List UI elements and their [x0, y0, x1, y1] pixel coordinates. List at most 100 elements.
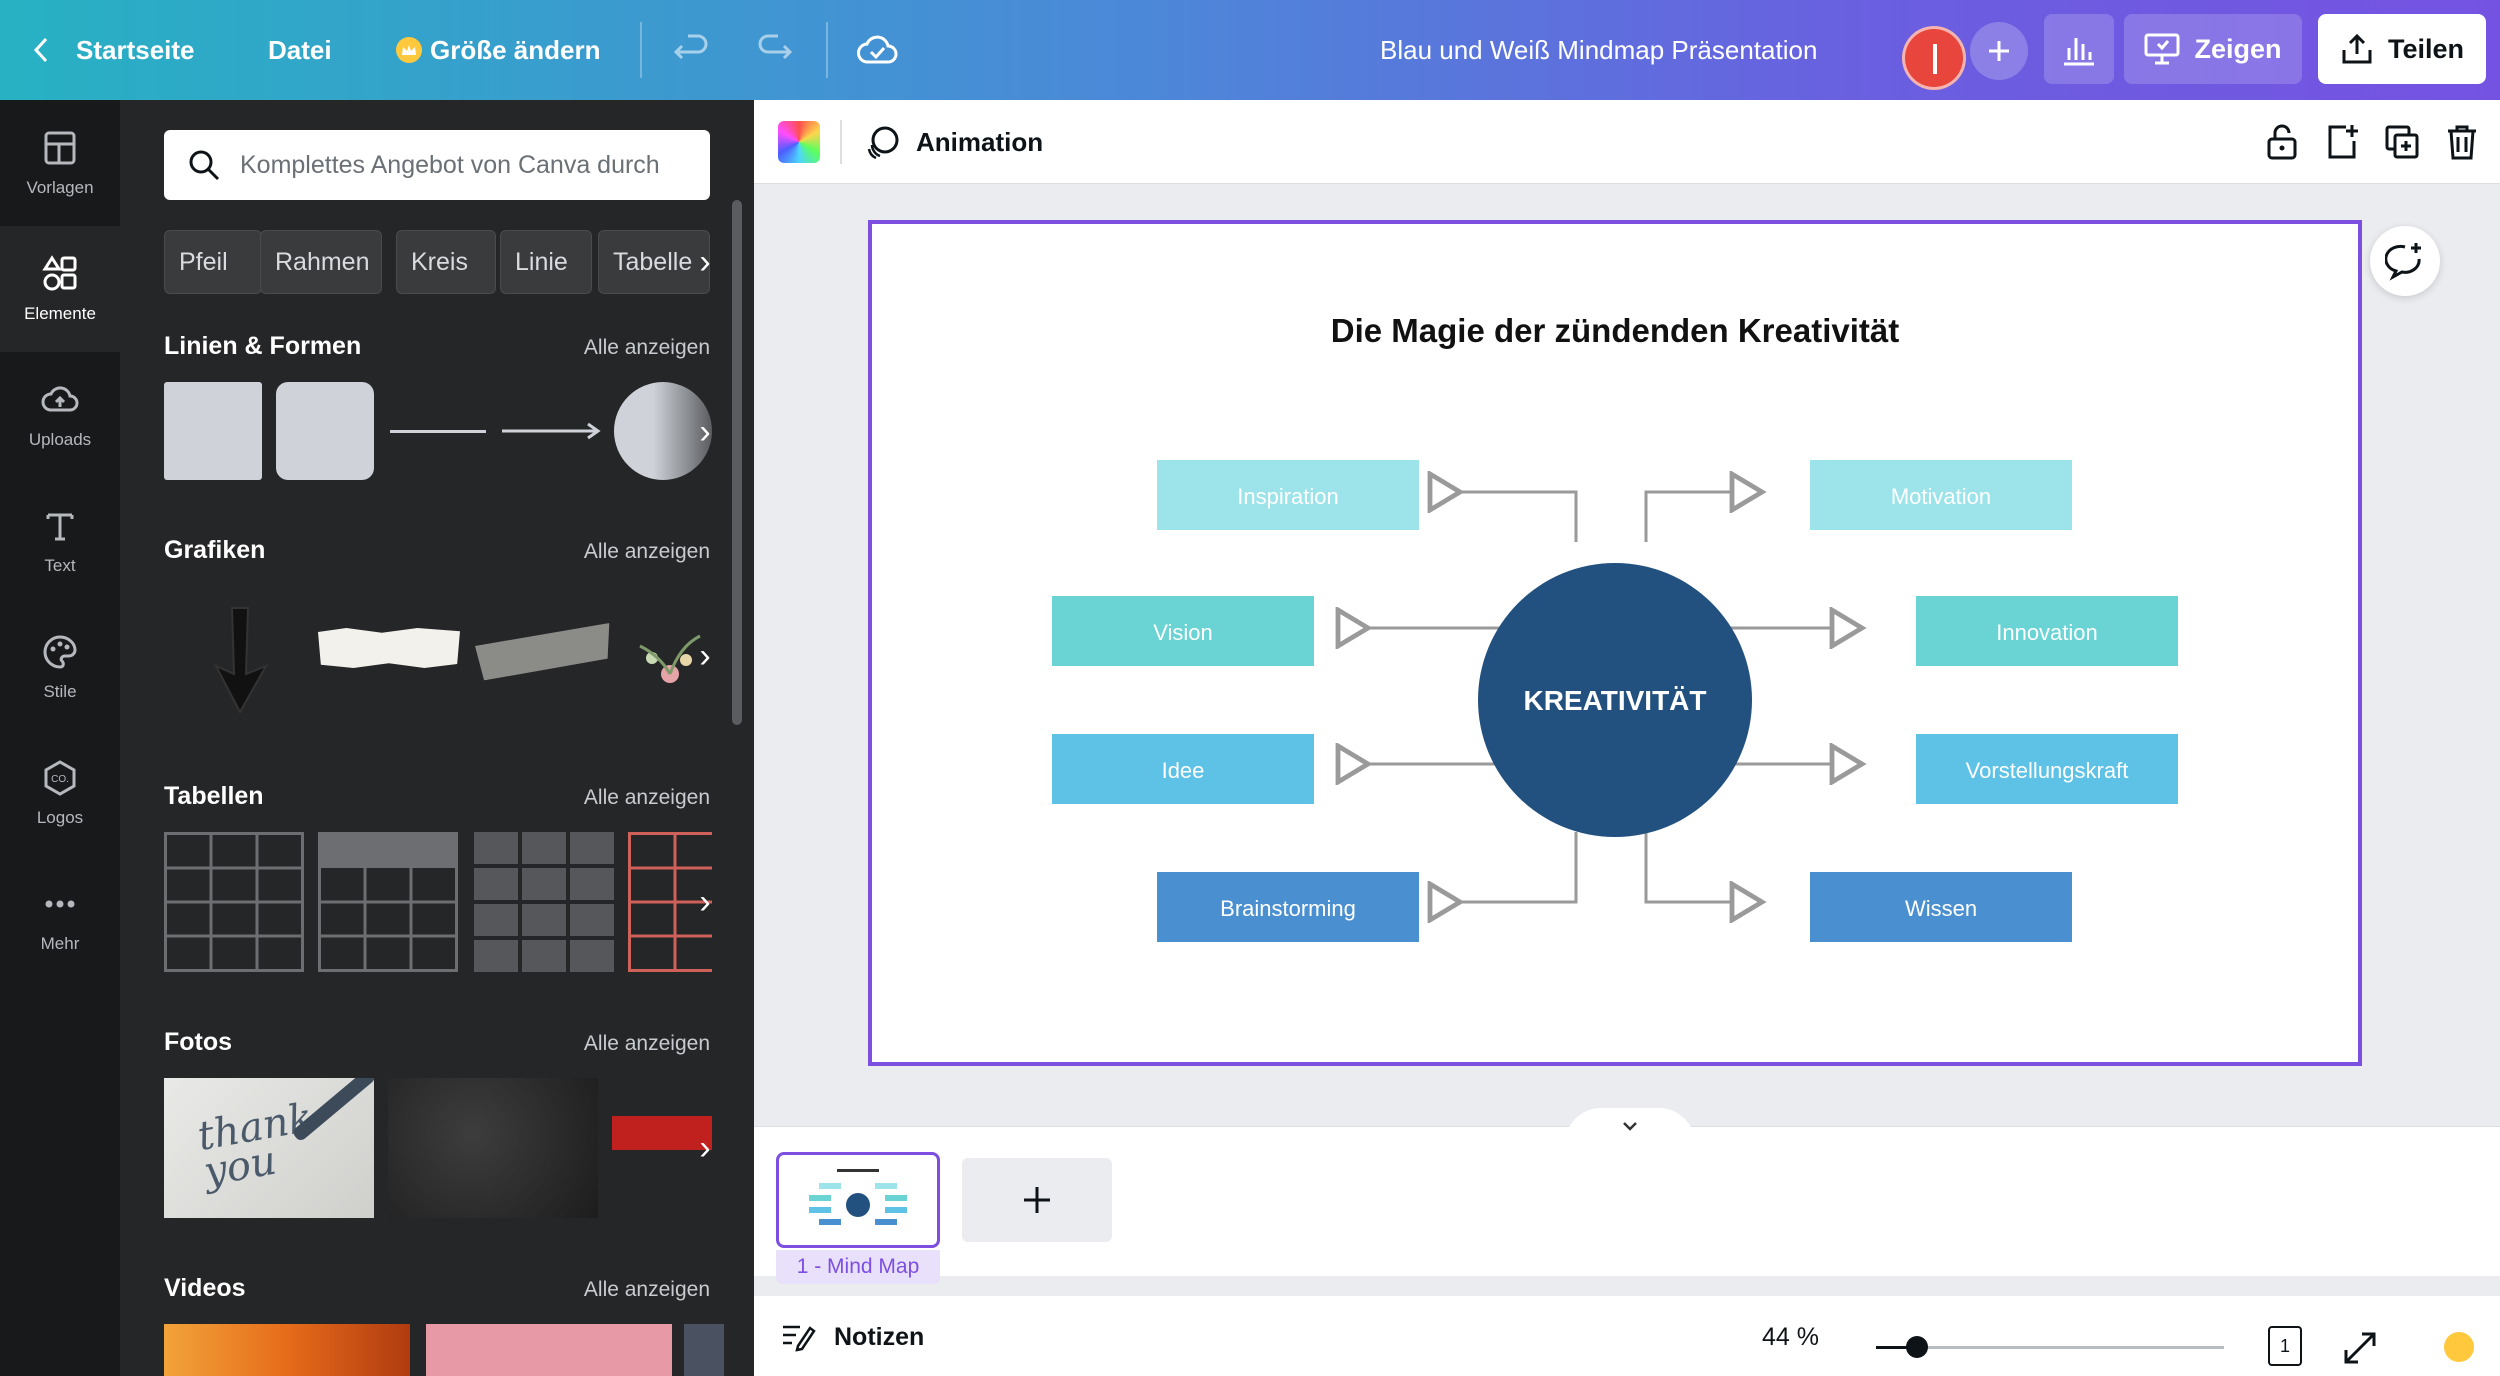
video-fire[interactable] — [164, 1324, 410, 1376]
tape-graphic[interactable] — [474, 623, 614, 681]
undo-icon[interactable] — [672, 0, 712, 100]
nav-text[interactable]: Text — [0, 478, 120, 604]
center-label: KREATIVITÄT — [1523, 685, 1706, 716]
arrow-line-shape[interactable] — [500, 420, 604, 442]
section-title: Fotos — [164, 1028, 233, 1056]
hide-pages-button[interactable] — [1565, 1108, 1695, 1144]
divider — [826, 22, 828, 78]
chevron-right-icon[interactable]: › — [690, 882, 720, 922]
nav-uploads[interactable]: Uploads — [0, 352, 120, 478]
elements-icon — [42, 255, 77, 291]
search-placeholder: Komplettes Angebot von Canva durch — [240, 150, 660, 179]
notes-label: Notizen — [834, 1322, 925, 1351]
fullscreen-icon[interactable] — [2340, 1328, 2380, 1368]
lock-icon[interactable] — [2262, 122, 2302, 162]
nav-label: Vorlagen — [26, 178, 94, 197]
page-thumbnail[interactable] — [776, 1152, 940, 1248]
chevron-right-icon[interactable]: › — [690, 636, 720, 676]
photo-thank-you[interactable]: thank you — [164, 1078, 374, 1218]
node-label: Inspiration — [1237, 484, 1339, 509]
add-page-button[interactable] — [962, 1158, 1112, 1242]
add-page-icon[interactable] — [2322, 122, 2362, 162]
file-menu[interactable]: Datei — [268, 0, 332, 100]
slide-title[interactable]: Die Magie der zündenden Kreativität — [1331, 312, 1899, 349]
search-icon — [189, 150, 220, 181]
present-button[interactable]: Zeigen — [2124, 14, 2302, 84]
elements-panel: Komplettes Angebot von Canva durch Pfeil… — [120, 100, 754, 1376]
nav-elements[interactable]: Elemente — [0, 226, 120, 352]
page-count-button[interactable]: 1 — [2268, 1326, 2302, 1366]
chevron-right-icon[interactable]: › — [690, 242, 720, 282]
animation-button[interactable]: Animation — [864, 100, 1043, 184]
template-icon — [44, 131, 76, 165]
photo-handwriting: thank you — [194, 1094, 317, 1196]
see-all-link[interactable]: Alle anzeigen — [584, 336, 710, 360]
chip-rahmen[interactable]: Rahmen — [260, 230, 382, 294]
plus-icon — [1989, 41, 2009, 61]
square-shape[interactable] — [164, 382, 262, 480]
zoom-level[interactable]: 44 % — [1762, 1310, 1819, 1364]
share-label: Teilen — [2387, 33, 2465, 64]
nav-more[interactable]: Mehr — [0, 856, 120, 982]
insights-button[interactable] — [2044, 14, 2114, 84]
chevron-right-icon[interactable]: › — [690, 412, 720, 452]
section-title: Videos — [164, 1274, 246, 1302]
chip-pfeil[interactable]: Pfeil — [164, 230, 262, 294]
nav-label: Elemente — [24, 304, 96, 323]
duplicate-icon[interactable] — [2382, 122, 2422, 162]
redo-icon[interactable] — [754, 0, 794, 100]
table-filled-thumbnail[interactable] — [474, 832, 614, 972]
color-picker-icon[interactable] — [778, 121, 820, 163]
cloud-saved-icon[interactable] — [856, 0, 898, 100]
table-header-thumbnail[interactable] — [318, 832, 458, 972]
comment-plus-icon — [2385, 243, 2421, 281]
see-all-link[interactable]: Alle anzeigen — [584, 786, 710, 810]
zoom-slider-handle[interactable] — [1905, 1336, 1928, 1358]
home-button[interactable]: Startseite — [30, 0, 195, 100]
node-label: Wissen — [1905, 896, 1977, 921]
table-grid-thumbnail[interactable] — [164, 832, 304, 972]
chip-linie[interactable]: Linie — [500, 230, 592, 294]
bar-chart-icon — [2064, 38, 2094, 66]
line-shape[interactable] — [390, 430, 486, 433]
rounded-square-shape[interactable] — [276, 382, 374, 480]
search-input[interactable]: Komplettes Angebot von Canva durch — [164, 130, 710, 200]
left-navigation: Vorlagen Elemente Uploads Text Stile CO.… — [0, 100, 120, 1376]
see-all-link[interactable]: Alle anzeigen — [584, 1032, 710, 1056]
page-thumbnail-label[interactable]: 1 - Mind Map — [776, 1250, 940, 1284]
chevron-right-icon[interactable]: › — [690, 1128, 720, 1168]
paper-strip-graphic[interactable] — [318, 628, 460, 668]
add-collaborator-button[interactable] — [1970, 22, 2028, 80]
black-arrow-graphic[interactable] — [206, 604, 276, 716]
mindmap-diagram: Die Magie der zündenden Kreativität Insp… — [1052, 312, 2178, 942]
chip-kreis[interactable]: Kreis — [396, 230, 496, 294]
see-all-link[interactable]: Alle anzeigen — [584, 1278, 710, 1302]
help-crown-icon[interactable] — [2444, 1332, 2474, 1362]
node-label: Motivation — [1891, 484, 1991, 509]
video-pink[interactable] — [426, 1324, 672, 1376]
add-comment-button[interactable] — [2370, 226, 2440, 296]
photo-chalkboard[interactable] — [388, 1078, 598, 1218]
zoom-slider[interactable] — [1876, 1346, 2224, 1349]
avatar[interactable] — [1902, 26, 1966, 90]
nav-label: Mehr — [40, 934, 80, 953]
see-all-link[interactable]: Alle anzeigen — [584, 540, 710, 564]
slide[interactable]: Die Magie der zündenden Kreativität Insp… — [868, 220, 2362, 1066]
divider — [640, 22, 642, 78]
nav-styles[interactable]: Stile — [0, 604, 120, 730]
nav-label: Text — [44, 556, 76, 575]
document-title[interactable]: Blau und Weiß Mindmap Präsentation — [1380, 0, 1817, 100]
nav-label: Logos — [36, 808, 84, 827]
chevron-down-icon — [1623, 1122, 1637, 1131]
video-dark[interactable] — [684, 1324, 724, 1376]
nav-templates[interactable]: Vorlagen — [0, 100, 120, 226]
node-label: Brainstorming — [1220, 896, 1356, 921]
section-title: Grafiken — [164, 536, 266, 564]
share-button[interactable]: Teilen — [2318, 14, 2486, 84]
panel-scrollbar[interactable] — [732, 200, 742, 725]
resize-button[interactable]: Größe ändern — [396, 0, 600, 100]
notes-button[interactable]: Notizen — [780, 1310, 924, 1364]
nav-logos[interactable]: CO. Logos — [0, 730, 120, 856]
trash-icon[interactable] — [2442, 122, 2482, 162]
svg-text:CO.: CO. — [51, 774, 69, 785]
